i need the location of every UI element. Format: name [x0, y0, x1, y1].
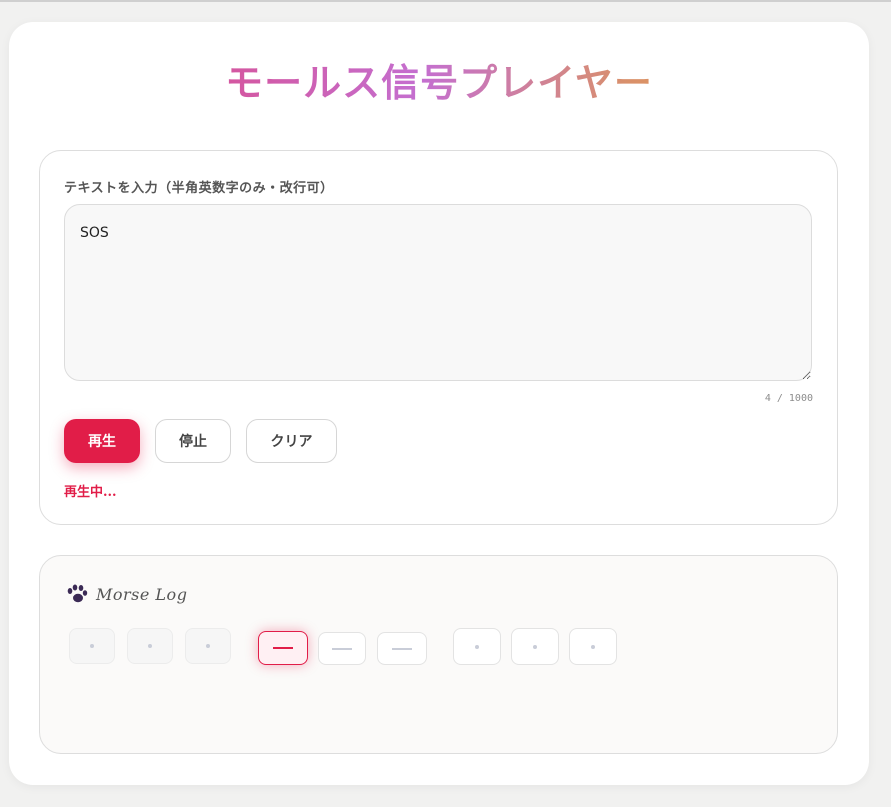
dot-mark — [206, 644, 210, 648]
morse-log-header: Morse Log — [66, 584, 187, 604]
char-counter: 4 / 1000 — [764, 393, 813, 404]
play-button[interactable]: 再生 — [64, 419, 140, 463]
input-panel: テキストを入力（半角英数字のみ・改行可） SOS 4 / 1000 再生 停止 … — [39, 150, 838, 525]
text-input[interactable]: SOS — [64, 204, 812, 381]
browser-top-border — [0, 0, 891, 2]
stop-button[interactable]: 停止 — [155, 419, 231, 463]
playback-status: 再生中... — [64, 485, 117, 500]
morse-dot-symbol — [185, 628, 231, 664]
morse-dot-symbol — [69, 628, 115, 664]
morse-dot-symbol — [511, 628, 559, 665]
dot-mark — [475, 644, 479, 649]
dot-mark — [533, 644, 537, 649]
dot-mark — [591, 644, 595, 649]
dash-mark — [392, 647, 412, 650]
dash-mark — [332, 647, 352, 650]
dash-mark — [273, 647, 293, 649]
morse-dash-symbol — [318, 632, 366, 665]
morse-dash-symbol-active — [258, 631, 308, 665]
morse-log-title: Morse Log — [96, 584, 188, 604]
dot-mark — [148, 644, 152, 648]
page-title: モールス信号プレイヤー — [9, 58, 869, 108]
morse-dot-symbol — [569, 628, 617, 665]
app-card: モールス信号プレイヤー テキストを入力（半角英数字のみ・改行可） SOS 4 /… — [9, 22, 869, 785]
input-label: テキストを入力（半角英数字のみ・改行可） — [64, 181, 334, 196]
morse-log-panel: Morse Log — [39, 555, 838, 754]
dot-mark — [90, 644, 94, 648]
morse-dot-symbol — [127, 628, 173, 664]
paw-icon — [67, 584, 88, 603]
clear-button[interactable]: クリア — [246, 419, 337, 463]
morse-dash-symbol — [377, 632, 427, 665]
morse-dot-symbol — [453, 628, 501, 665]
